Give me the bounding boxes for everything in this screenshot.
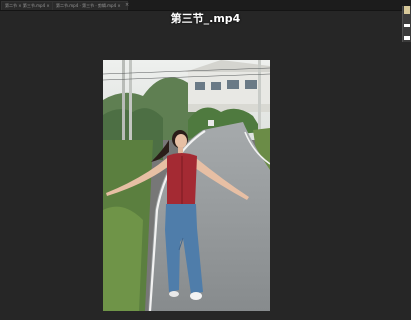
video-frame-image <box>103 60 270 311</box>
document-tab[interactable]: 第二节.mp4 · 第三节 · 剪辑.mp4 × <box>52 1 128 10</box>
video-frame[interactable] <box>103 60 270 311</box>
grass-slope <box>103 206 143 311</box>
side-tool-strip[interactable] <box>402 6 411 42</box>
road-sign <box>208 120 214 126</box>
close-icon[interactable]: × <box>125 1 129 9</box>
document-tab-label: 第二节 × 第三节.mp4 × <box>5 3 50 8</box>
shoe <box>190 292 202 300</box>
document-tab-label: 第二节.mp4 · 第三节 · 剪辑.mp4 × <box>56 3 121 8</box>
document-tab-bar: 第二节 × 第三节.mp4 × 第二节.mp4 · 第三节 · 剪辑.mp4 ×… <box>0 0 411 11</box>
tool-icon[interactable] <box>404 36 410 40</box>
document-tab[interactable]: 第二节 × 第三节.mp4 × <box>1 1 55 10</box>
video-title: 第三节_.mp4 <box>170 12 241 25</box>
shoe <box>169 291 179 297</box>
building <box>185 60 270 112</box>
swatch-icon[interactable] <box>404 6 410 14</box>
tool-icon[interactable] <box>404 24 410 27</box>
